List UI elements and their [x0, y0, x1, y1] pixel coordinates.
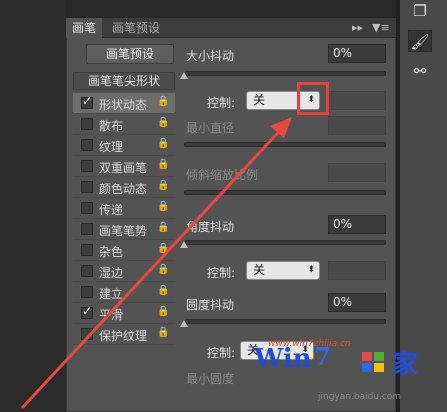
windows-logo-icon: [362, 352, 386, 374]
watermark-home: 家: [392, 350, 419, 380]
watermark-site: jingyan.baidu.com: [318, 392, 402, 402]
watermark-url: www.win7zhijia.cn: [268, 339, 351, 349]
